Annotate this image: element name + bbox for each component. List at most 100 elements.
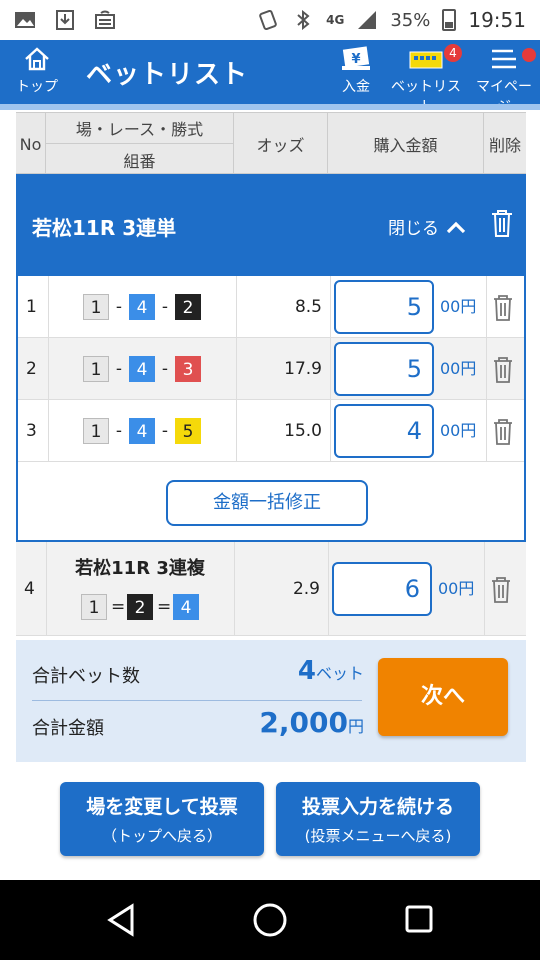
recents-icon[interactable]: [402, 900, 436, 940]
group-name: 若松11R 3連単: [32, 216, 177, 240]
change-venue-label: 場を変更して投票: [86, 796, 238, 818]
boat-1: 1: [83, 418, 109, 444]
status-bar: 4G 35% 19:51: [0, 0, 540, 40]
bottom-actions: 場を変更して投票 （トップへ戻る） 投票入力を続ける (投票メニューへ戻る): [0, 782, 540, 858]
group-header: 若松11R 3連単 閉じる: [18, 176, 524, 276]
col-odds: オッズ: [234, 113, 328, 175]
continue-voting-sub: (投票メニューへ戻る): [304, 827, 452, 845]
col-delete: 削除: [488, 136, 521, 155]
total-label: 合計金額: [32, 718, 104, 739]
betlist-badge: 4: [444, 44, 462, 62]
amount-unit: 00円: [438, 579, 475, 598]
system-nav-bar: [0, 880, 540, 960]
total-unit: 円: [347, 717, 364, 736]
odds-value: 8.5: [294, 297, 322, 317]
deposit-button[interactable]: ¥ 入金: [336, 46, 376, 96]
trash-icon[interactable]: [490, 208, 514, 238]
page-title: ベットリスト: [86, 60, 249, 90]
odds-value: 2.9: [292, 579, 320, 599]
total-amount: 2,000円: [259, 706, 364, 739]
total-value: 2,000: [259, 706, 348, 739]
next-button[interactable]: 次へ: [378, 658, 508, 736]
amount-input[interactable]: 5: [334, 342, 434, 396]
download-icon: [56, 10, 74, 30]
bulk-edit-button[interactable]: 金額一括修正: [166, 480, 368, 526]
col-combo: 組番: [123, 151, 156, 171]
boat-5: 5: [175, 418, 201, 444]
boat-3: 3: [175, 356, 201, 382]
table-header: No 場・レース・勝式 組番 オッズ 購入金額 削除: [16, 112, 526, 175]
boat-4: 4: [173, 594, 199, 620]
odds-value: 17.9: [284, 359, 322, 379]
amount-input[interactable]: 4: [334, 404, 434, 458]
trash-icon[interactable]: [492, 356, 514, 384]
collapse-label: 閉じる: [388, 219, 439, 239]
notification-dot: [522, 48, 536, 62]
race-name: 若松11R 3連複: [75, 558, 205, 579]
nfc-icon: [259, 10, 277, 30]
summary-panel: 合計ベット数 4ベット 合計金額 2,000円 次へ: [16, 640, 526, 762]
combination: 1 - 4 - 2: [48, 276, 236, 338]
bets-label: 合計ベット数: [32, 666, 140, 687]
bet-row: 2 1 - 4 - 3 17.9 5 00円: [18, 338, 524, 400]
combination: 1 - 4 - 5: [48, 400, 236, 462]
gallery-icon: [15, 12, 35, 28]
row-no: 2: [26, 359, 37, 379]
change-venue-button[interactable]: 場を変更して投票 （トップへ戻る）: [60, 782, 264, 856]
collapse-button[interactable]: 閉じる: [388, 214, 467, 239]
bets-unit: ベット: [315, 664, 364, 683]
home-button[interactable]: トップ: [12, 46, 62, 96]
row-no: 1: [26, 297, 37, 317]
boat-1: 1: [83, 356, 109, 382]
trash-icon[interactable]: [492, 294, 514, 322]
col-no: No: [16, 113, 46, 175]
battery-percent: 35%: [390, 9, 431, 31]
boat-2: 2: [127, 594, 153, 620]
ticket-icon: [409, 51, 443, 69]
col-race-combo: 場・レース・勝式 組番: [46, 113, 234, 175]
bet-row: 1 1 - 4 - 2 8.5 5 00円: [18, 276, 524, 338]
bet-row: 3 1 - 4 - 5 15.0 4 00円: [18, 400, 524, 462]
deposit-label: 入金: [342, 79, 370, 95]
signal-icon: [358, 11, 377, 29]
bluetooth-icon: [297, 10, 310, 30]
amount-input[interactable]: 5: [334, 280, 434, 334]
bets-value: 4: [297, 656, 316, 686]
amount-unit: 00円: [440, 297, 477, 316]
bet-row: 4 若松11R 3連複 1 = 2 = 4 2.9 6 00円: [16, 542, 526, 636]
continue-voting-label: 投票入力を続ける: [301, 796, 454, 818]
home-circle-icon[interactable]: [250, 900, 290, 940]
boat-1: 1: [81, 594, 107, 620]
amount-unit: 00円: [440, 421, 477, 440]
betlist-panel: No 場・レース・勝式 組番 オッズ 購入金額 削除 若松11R 3連単 閉じる…: [16, 112, 526, 762]
clock: 19:51: [468, 8, 526, 32]
header-underline: [0, 104, 540, 110]
continue-voting-button[interactable]: 投票入力を続ける (投票メニューへ戻る): [276, 782, 480, 856]
app-header: トップ ベットリスト ¥ 入金 4 ベットリスト マイページ: [0, 40, 540, 115]
bets-total: 4ベット: [298, 656, 364, 686]
cast-icon: [95, 10, 115, 29]
back-icon[interactable]: [104, 900, 138, 940]
boat-4: 4: [129, 418, 155, 444]
trash-icon[interactable]: [490, 576, 512, 604]
change-venue-sub: （トップへ戻る）: [101, 827, 222, 845]
betlist-label: ベットリスト: [391, 79, 461, 115]
row-no: 4: [24, 579, 35, 599]
home-label: トップ: [16, 79, 58, 95]
deposit-icon: ¥: [342, 46, 370, 70]
col-amount: 購入金額: [328, 113, 484, 175]
amount-input[interactable]: 6: [332, 562, 432, 616]
combination: 1 - 4 - 3: [48, 338, 236, 400]
boat-1: 1: [83, 294, 109, 320]
trash-icon[interactable]: [492, 418, 514, 446]
col-race: 場・レース・勝式: [46, 113, 233, 144]
network-type: 4G: [326, 13, 345, 27]
odds-value: 15.0: [284, 421, 322, 441]
battery-icon: [442, 9, 457, 31]
boat-4: 4: [129, 356, 155, 382]
row-no: 3: [26, 421, 37, 441]
combination: 1 = 2 = 4: [46, 594, 234, 620]
boat-2: 2: [175, 294, 201, 320]
svg-text:¥: ¥: [351, 52, 360, 67]
menu-icon: [492, 49, 516, 69]
